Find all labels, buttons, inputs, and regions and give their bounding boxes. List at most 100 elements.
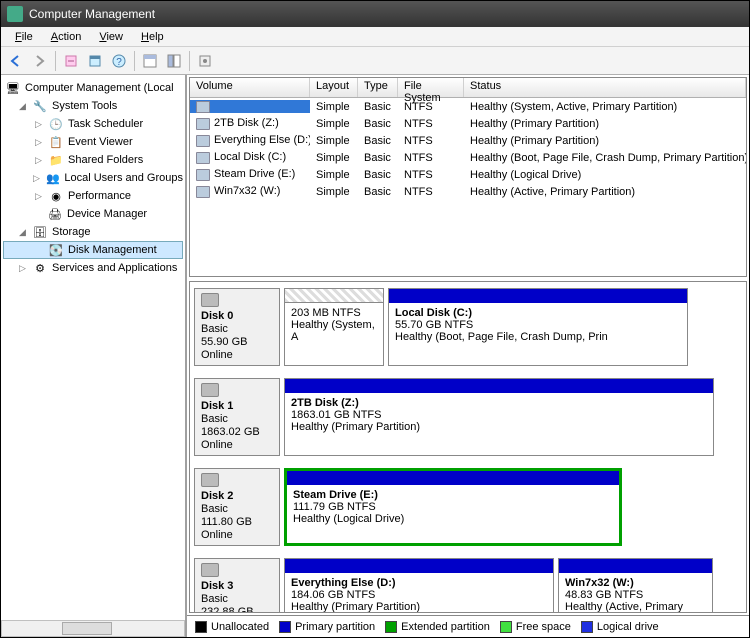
device-icon: 🖨 — [47, 206, 63, 222]
app-icon — [7, 6, 23, 22]
volume-row[interactable]: SimpleBasicNTFSHealthy (System, Active, … — [190, 98, 746, 115]
menubar: File Action View Help — [1, 27, 749, 47]
disk-row[interactable]: Disk 2Basic111.80 GBOnlineSteam Drive (E… — [194, 468, 742, 546]
tree-label: Shared Folders — [68, 154, 143, 166]
tree-scrollbar[interactable] — [1, 620, 185, 637]
partition[interactable]: Win7x32 (W:)48.83 GB NTFSHealthy (Active… — [558, 558, 713, 613]
tree-shared-folders[interactable]: ▷ 📁 Shared Folders — [3, 151, 183, 169]
partition[interactable]: 2TB Disk (Z:)1863.01 GB NTFSHealthy (Pri… — [284, 378, 714, 456]
volume-icon — [196, 186, 210, 198]
legend-free: Free space — [500, 621, 571, 633]
tree-system-tools[interactable]: ◢ 🔧 System Tools — [3, 97, 183, 115]
tree-disk-management[interactable]: 💽 Disk Management — [3, 241, 183, 259]
col-status[interactable]: Status — [464, 78, 746, 97]
volume-row[interactable]: Steam Drive (E:)SimpleBasicNTFSHealthy (… — [190, 166, 746, 183]
partition[interactable]: Everything Else (D:)184.06 GB NTFSHealth… — [284, 558, 554, 613]
toolbar: ? — [1, 47, 749, 75]
toolbar-separator — [189, 51, 190, 71]
expand-icon[interactable]: ▷ — [33, 119, 44, 130]
disk-icon: 💽 — [48, 242, 64, 258]
tools-icon: 🔧 — [32, 98, 48, 114]
legend-primary: Primary partition — [279, 621, 375, 633]
tree-event-viewer[interactable]: ▷ 📋 Event Viewer — [3, 133, 183, 151]
volume-icon — [196, 101, 210, 113]
tree-root[interactable]: 🖥 Computer Management (Local — [3, 79, 183, 97]
partition[interactable]: 203 MB NTFSHealthy (System, A — [284, 288, 384, 366]
volume-icon — [196, 169, 210, 181]
toolbar-separator — [55, 51, 56, 71]
menu-action[interactable]: Action — [43, 29, 90, 45]
refresh-button[interactable] — [60, 50, 82, 72]
disk-icon — [201, 563, 219, 577]
partition[interactable]: Steam Drive (E:)111.79 GB NTFSHealthy (L… — [284, 468, 622, 546]
disk-icon — [201, 293, 219, 307]
volume-icon — [196, 152, 210, 164]
expand-icon[interactable]: ▷ — [33, 137, 44, 148]
event-icon: 📋 — [48, 134, 64, 150]
settings-button[interactable] — [194, 50, 216, 72]
menu-file[interactable]: File — [7, 29, 41, 45]
performance-icon: ◉ — [48, 188, 64, 204]
col-layout[interactable]: Layout — [310, 78, 358, 97]
legend-logical: Logical drive — [581, 621, 659, 633]
legend-unallocated: Unallocated — [195, 621, 269, 633]
volume-header: Volume Layout Type File System Status — [190, 78, 746, 98]
volume-icon — [196, 135, 210, 147]
volume-table: Volume Layout Type File System Status Si… — [189, 77, 747, 277]
clock-icon: 🕒 — [48, 116, 64, 132]
computer-icon: 🖥 — [5, 80, 21, 96]
tree-label: Performance — [68, 190, 131, 202]
forward-button[interactable] — [29, 50, 51, 72]
partition-bar — [389, 289, 687, 303]
view-button-2[interactable] — [163, 50, 185, 72]
disk-row[interactable]: Disk 1Basic1863.02 GBOnline2TB Disk (Z:)… — [194, 378, 742, 456]
tree-task-scheduler[interactable]: ▷ 🕒 Task Scheduler — [3, 115, 183, 133]
view-button-1[interactable] — [139, 50, 161, 72]
back-button[interactable] — [5, 50, 27, 72]
partition-bar — [287, 471, 619, 485]
collapse-icon[interactable]: ◢ — [17, 101, 28, 112]
disk-icon — [201, 473, 219, 487]
volume-row[interactable]: Everything Else (D:)SimpleBasicNTFSHealt… — [190, 132, 746, 149]
expand-icon[interactable]: ▷ — [33, 191, 44, 202]
users-icon: 👥 — [46, 170, 61, 186]
legend-extended: Extended partition — [385, 621, 490, 633]
tree-label: Event Viewer — [68, 136, 133, 148]
menu-help[interactable]: Help — [133, 29, 172, 45]
disk-row[interactable]: Disk 0Basic55.90 GBOnline203 MB NTFSHeal… — [194, 288, 742, 366]
volume-row[interactable]: Win7x32 (W:)SimpleBasicNTFSHealthy (Acti… — [190, 183, 746, 200]
col-volume[interactable]: Volume — [190, 78, 310, 97]
volume-row[interactable]: Local Disk (C:)SimpleBasicNTFSHealthy (B… — [190, 149, 746, 166]
menu-view[interactable]: View — [91, 29, 131, 45]
help-button[interactable]: ? — [108, 50, 130, 72]
tree-label: Services and Applications — [52, 262, 177, 274]
tree-device-manager[interactable]: 🖨 Device Manager — [3, 205, 183, 223]
svg-text:?: ? — [116, 57, 122, 68]
volume-list[interactable]: SimpleBasicNTFSHealthy (System, Active, … — [190, 98, 746, 276]
tree-performance[interactable]: ▷ ◉ Performance — [3, 187, 183, 205]
partition-bar — [285, 559, 553, 573]
tree-local-users[interactable]: ▷ 👥 Local Users and Groups — [3, 169, 183, 187]
col-filesystem[interactable]: File System — [398, 78, 464, 97]
disk-icon — [201, 383, 219, 397]
partition-bar — [285, 289, 383, 303]
expand-icon[interactable]: ▷ — [31, 173, 41, 184]
partition[interactable]: Local Disk (C:)55.70 GB NTFSHealthy (Boo… — [388, 288, 688, 366]
tree-label: Disk Management — [68, 244, 157, 256]
tree-label: Device Manager — [67, 208, 147, 220]
titlebar: Computer Management — [1, 1, 749, 27]
legend: Unallocated Primary partition Extended p… — [187, 615, 749, 637]
collapse-icon[interactable]: ◢ — [17, 227, 28, 238]
disk-graphical-view[interactable]: Disk 0Basic55.90 GBOnline203 MB NTFSHeal… — [189, 281, 747, 613]
tree-storage[interactable]: ◢ 🗄 Storage — [3, 223, 183, 241]
folder-icon: 📁 — [48, 152, 64, 168]
disk-row[interactable]: Disk 3Basic232.88 GBOnlineEverything Els… — [194, 558, 742, 613]
expand-icon[interactable]: ▷ — [33, 155, 44, 166]
col-type[interactable]: Type — [358, 78, 398, 97]
expand-icon[interactable]: ▷ — [17, 263, 28, 274]
tree-label: Local Users and Groups — [64, 172, 183, 184]
tree-panel: 🖥 Computer Management (Local ◢ 🔧 System … — [1, 75, 187, 637]
volume-row[interactable]: 2TB Disk (Z:)SimpleBasicNTFSHealthy (Pri… — [190, 115, 746, 132]
properties-button[interactable] — [84, 50, 106, 72]
tree-services[interactable]: ▷ ⚙ Services and Applications — [3, 259, 183, 277]
